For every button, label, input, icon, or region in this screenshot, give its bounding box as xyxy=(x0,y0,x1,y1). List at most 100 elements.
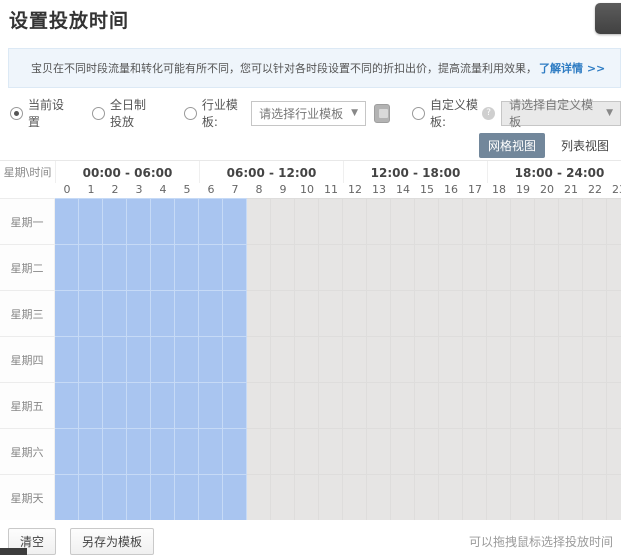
grid-cell[interactable] xyxy=(103,428,127,474)
grid-cell[interactable] xyxy=(487,474,511,520)
grid-cell[interactable] xyxy=(415,428,439,474)
grid-cell[interactable] xyxy=(199,290,223,336)
grid-cell[interactable] xyxy=(295,428,319,474)
grid-cell[interactable] xyxy=(55,428,79,474)
grid-cell[interactable] xyxy=(319,428,343,474)
grid-cell[interactable] xyxy=(487,336,511,382)
grid-cell[interactable] xyxy=(439,474,463,520)
grid-cell[interactable] xyxy=(583,474,607,520)
grid-cell[interactable] xyxy=(535,336,559,382)
grid-cell[interactable] xyxy=(511,290,535,336)
grid-cell[interactable] xyxy=(535,198,559,244)
grid-cell[interactable] xyxy=(487,198,511,244)
grid-cell[interactable] xyxy=(319,382,343,428)
grid-cell[interactable] xyxy=(391,244,415,290)
grid-cell[interactable] xyxy=(223,474,247,520)
grid-cell[interactable] xyxy=(175,290,199,336)
grid-cell[interactable] xyxy=(415,474,439,520)
grid-cell[interactable] xyxy=(391,428,415,474)
grid-cell[interactable] xyxy=(535,290,559,336)
grid-cell[interactable] xyxy=(415,198,439,244)
grid-cell[interactable] xyxy=(415,336,439,382)
help-info-icon[interactable]: ? xyxy=(482,107,495,120)
grid-cell[interactable] xyxy=(319,474,343,520)
grid-cell[interactable] xyxy=(367,474,391,520)
grid-cell[interactable] xyxy=(199,474,223,520)
grid-cell[interactable] xyxy=(367,382,391,428)
grid-cell[interactable] xyxy=(559,198,583,244)
grid-cell[interactable] xyxy=(607,382,621,428)
grid-cell[interactable] xyxy=(55,474,79,520)
grid-cell[interactable] xyxy=(55,336,79,382)
grid-cell[interactable] xyxy=(487,290,511,336)
grid-cell[interactable] xyxy=(55,382,79,428)
grid-cell[interactable] xyxy=(79,382,103,428)
grid-cell[interactable] xyxy=(511,198,535,244)
grid-cell[interactable] xyxy=(607,198,621,244)
grid-cell[interactable] xyxy=(79,198,103,244)
grid-cell[interactable] xyxy=(271,474,295,520)
grid-cell[interactable] xyxy=(559,244,583,290)
grid-cell[interactable] xyxy=(559,428,583,474)
grid-cell[interactable] xyxy=(367,336,391,382)
grid-cell[interactable] xyxy=(223,290,247,336)
grid-cell[interactable] xyxy=(103,336,127,382)
grid-cell[interactable] xyxy=(295,336,319,382)
grid-cell[interactable] xyxy=(343,244,367,290)
grid-cell[interactable] xyxy=(367,244,391,290)
grid-cell[interactable] xyxy=(463,290,487,336)
grid-cell[interactable] xyxy=(103,198,127,244)
grid-cell[interactable] xyxy=(463,428,487,474)
grid-cell[interactable] xyxy=(511,474,535,520)
grid-cell[interactable] xyxy=(79,244,103,290)
grid-cell[interactable] xyxy=(247,336,271,382)
grid-cell[interactable] xyxy=(607,336,621,382)
grid-cell[interactable] xyxy=(175,244,199,290)
grid-cell[interactable] xyxy=(103,244,127,290)
grid-cell[interactable] xyxy=(103,474,127,520)
grid-cell[interactable] xyxy=(127,428,151,474)
grid-cell[interactable] xyxy=(583,244,607,290)
grid-cell[interactable] xyxy=(175,382,199,428)
grid-cell[interactable] xyxy=(367,198,391,244)
grid-cell[interactable] xyxy=(127,474,151,520)
grid-cell[interactable] xyxy=(79,474,103,520)
grid-cell[interactable] xyxy=(79,290,103,336)
grid-cell[interactable] xyxy=(463,382,487,428)
grid-cell[interactable] xyxy=(511,244,535,290)
radio-button[interactable] xyxy=(184,107,197,120)
grid-cell[interactable] xyxy=(391,290,415,336)
grid-cell[interactable] xyxy=(247,244,271,290)
grid-cell[interactable] xyxy=(319,244,343,290)
grid-cell[interactable] xyxy=(247,474,271,520)
radio-button[interactable] xyxy=(92,107,105,120)
grid-cell[interactable] xyxy=(343,198,367,244)
save-as-template-button[interactable]: 另存为模板 xyxy=(70,528,154,555)
grid-cell[interactable] xyxy=(151,428,175,474)
grid-cell[interactable] xyxy=(583,428,607,474)
grid-cell[interactable] xyxy=(223,198,247,244)
radio-all-day[interactable]: 全日制投放 xyxy=(92,96,156,130)
grid-cell[interactable] xyxy=(343,336,367,382)
grid-cell[interactable] xyxy=(583,290,607,336)
grid-cell[interactable] xyxy=(151,198,175,244)
grid-cell[interactable] xyxy=(343,474,367,520)
grid-cell[interactable] xyxy=(151,474,175,520)
grid-cell[interactable] xyxy=(607,428,621,474)
grid-cell[interactable] xyxy=(511,428,535,474)
grid-cell[interactable] xyxy=(439,244,463,290)
grid-cell[interactable] xyxy=(295,290,319,336)
radio-custom-template[interactable]: 自定义模板: xyxy=(412,96,479,130)
grid-cell[interactable] xyxy=(271,382,295,428)
grid-cell[interactable] xyxy=(199,428,223,474)
grid-cell[interactable] xyxy=(463,198,487,244)
grid-cell[interactable] xyxy=(535,382,559,428)
grid-cell[interactable] xyxy=(127,290,151,336)
grid-cell[interactable] xyxy=(151,336,175,382)
grid-cell[interactable] xyxy=(55,198,79,244)
grid-cell[interactable] xyxy=(583,198,607,244)
grid-cell[interactable] xyxy=(319,336,343,382)
grid-cell[interactable] xyxy=(247,290,271,336)
grid-cell[interactable] xyxy=(607,474,621,520)
learn-more-link[interactable]: 了解详情 >> xyxy=(539,60,605,76)
